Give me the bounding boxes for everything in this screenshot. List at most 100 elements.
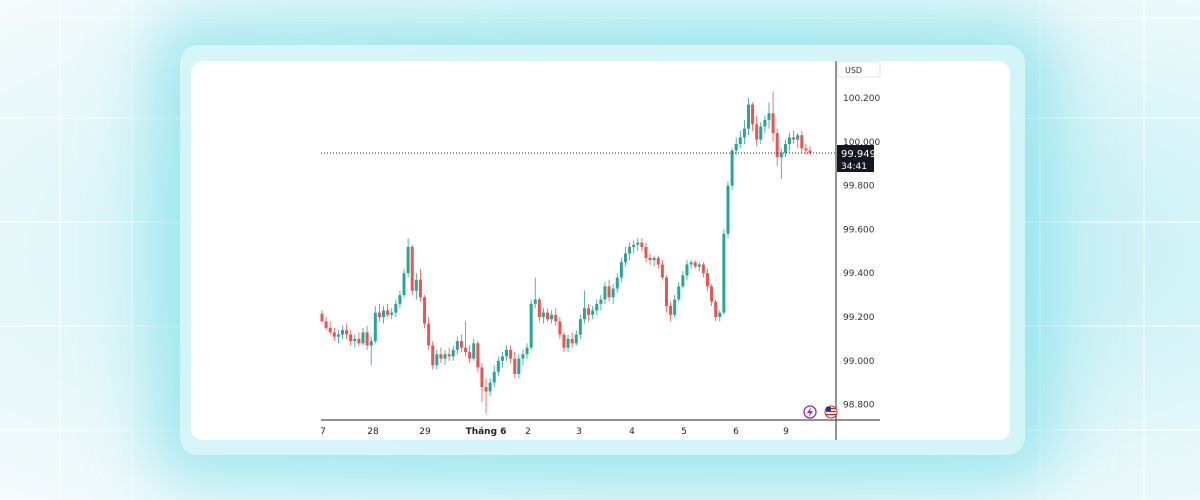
currency-box[interactable]: USD <box>837 61 881 78</box>
candle <box>718 310 722 322</box>
candle <box>746 98 750 136</box>
candle-body <box>537 299 541 317</box>
y-tick-label: 99.600 <box>843 225 875 235</box>
candle <box>738 130 742 149</box>
candle-body <box>328 327 332 333</box>
candle <box>492 365 496 388</box>
candle-body <box>722 233 726 313</box>
candle-body <box>521 354 525 359</box>
candle <box>562 332 566 353</box>
x-tick-label: 29 <box>419 427 431 437</box>
candle-body <box>783 143 787 153</box>
candle-body <box>669 306 673 315</box>
x-tick-label: 2 <box>525 427 531 437</box>
us-flag-icon[interactable] <box>824 405 838 419</box>
candle-body <box>619 262 623 278</box>
candle-body <box>693 262 697 267</box>
lightning-icon[interactable] <box>803 405 817 419</box>
candle-body <box>398 295 402 304</box>
candle-body <box>751 104 755 125</box>
candle-body <box>775 133 779 158</box>
candle <box>677 281 681 302</box>
candle-body <box>615 277 619 289</box>
candle-body <box>353 338 357 342</box>
candle <box>410 244 414 296</box>
candle <box>734 137 738 155</box>
candle <box>800 130 804 153</box>
candle-body <box>525 347 529 355</box>
candle-body <box>660 264 664 278</box>
candle-body <box>701 264 705 274</box>
candle <box>783 139 787 158</box>
candle <box>529 299 533 350</box>
candle <box>628 242 632 261</box>
candle <box>697 262 701 272</box>
candle-body <box>800 135 804 149</box>
candle <box>451 345 455 361</box>
candle-body <box>603 286 607 300</box>
candle <box>693 260 697 269</box>
candle <box>533 277 537 309</box>
candle-body <box>488 382 492 392</box>
candle-body <box>787 137 791 144</box>
candle <box>361 327 365 346</box>
candle <box>427 317 431 350</box>
candle <box>365 325 369 350</box>
candle-body <box>714 301 718 317</box>
candle-body <box>759 126 763 140</box>
candle-body <box>357 338 361 344</box>
candle-body <box>587 308 591 315</box>
candle <box>537 297 541 322</box>
candle-body <box>443 354 447 359</box>
candle-body <box>656 257 660 265</box>
candle <box>341 325 345 339</box>
candle-body <box>459 341 463 348</box>
candle <box>377 303 381 322</box>
candle <box>435 349 439 370</box>
candle <box>484 378 488 414</box>
y-tick-label: 98.800 <box>843 401 875 411</box>
candle-body <box>566 338 570 348</box>
candle <box>771 91 775 142</box>
price-chart[interactable]: USD 100.200100.00099.80099.60099.40099.2… <box>191 61 1010 440</box>
y-tick-label: 100.200 <box>843 94 880 104</box>
candle <box>599 295 603 311</box>
candle-body <box>500 356 504 361</box>
candle-body <box>792 137 796 140</box>
candle <box>689 260 693 269</box>
candle <box>402 268 406 298</box>
candle <box>673 295 677 317</box>
x-tick-label: Tháng 6 <box>466 427 507 437</box>
candle <box>751 102 755 131</box>
candle <box>656 255 660 269</box>
candle-body <box>365 332 369 346</box>
candle <box>406 238 410 278</box>
candle-body <box>689 262 693 265</box>
candle-body <box>640 242 644 247</box>
candle <box>328 321 332 335</box>
candle-body <box>718 312 722 317</box>
candle-body <box>332 332 336 337</box>
x-tick-label: 28 <box>367 427 379 437</box>
candle <box>759 122 763 144</box>
candle-body <box>341 330 345 335</box>
candle <box>726 181 730 239</box>
candle <box>775 128 779 166</box>
candle-body <box>373 312 377 342</box>
candle-body <box>451 349 455 357</box>
candle <box>660 260 664 280</box>
candle <box>455 336 459 355</box>
candle <box>685 260 689 280</box>
candle <box>521 349 525 366</box>
candle-body <box>591 310 595 315</box>
candle <box>574 330 578 346</box>
candle-body <box>484 387 488 392</box>
candle-body <box>402 273 406 296</box>
candle <box>611 284 615 304</box>
candle-body <box>648 257 652 261</box>
candle-body <box>513 358 517 374</box>
candle <box>619 257 623 282</box>
candle <box>787 133 791 151</box>
candle-body <box>492 371 496 383</box>
candle <box>472 338 476 361</box>
